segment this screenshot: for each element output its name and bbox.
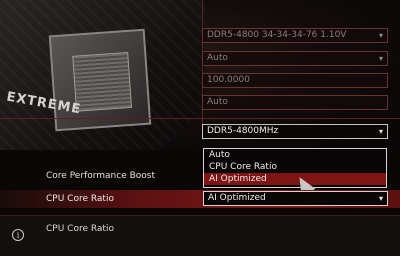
- setting-value: Auto: [207, 53, 228, 63]
- cpu-core-ratio-value: AI Optimized: [208, 193, 266, 203]
- help-text: CPU Core Ratio: [46, 224, 114, 234]
- core-performance-boost-label[interactable]: Core Performance Boost: [46, 171, 155, 181]
- setting-field-auto-2[interactable]: Auto: [202, 95, 388, 110]
- info-icon: i: [12, 229, 24, 241]
- divider-line: [202, 0, 203, 140]
- chevron-down-icon: ▾: [378, 54, 383, 63]
- setting-value: Auto: [207, 97, 228, 107]
- setting-value: 100.0000: [207, 75, 250, 85]
- motherboard-image: EXTREME: [0, 0, 205, 150]
- cpu-core-ratio-select[interactable]: AI Optimized ▾: [203, 191, 388, 206]
- chevron-down-icon: ▾: [378, 31, 383, 40]
- setting-field-auto-1[interactable]: Auto ▾: [202, 51, 388, 66]
- dram-frequency-value: DDR5-4800MHz: [207, 126, 279, 136]
- dram-timing-value: DDR5-4800 34-34-34-76 1.10V: [207, 30, 347, 40]
- section-separator: [0, 118, 400, 119]
- dram-timing-field[interactable]: DDR5-4800 34-34-34-76 1.10V ▾: [202, 28, 388, 43]
- help-panel: i CPU Core Ratio: [0, 215, 400, 256]
- chevron-down-icon: ▾: [378, 194, 383, 203]
- cpu-socket-graphic: [48, 28, 152, 132]
- dram-frequency-select[interactable]: DDR5-4800MHz ▾: [202, 124, 388, 139]
- cpu-core-ratio-row[interactable]: CPU Core Ratio AI Optimized ▾: [0, 190, 400, 208]
- dropdown-option[interactable]: CPU Core Ratio: [204, 161, 386, 173]
- setting-field-number[interactable]: 100.0000: [202, 73, 388, 88]
- chevron-down-icon: ▾: [378, 127, 383, 136]
- cpu-core-ratio-label: CPU Core Ratio: [46, 194, 114, 204]
- dropdown-option[interactable]: Auto: [204, 149, 386, 161]
